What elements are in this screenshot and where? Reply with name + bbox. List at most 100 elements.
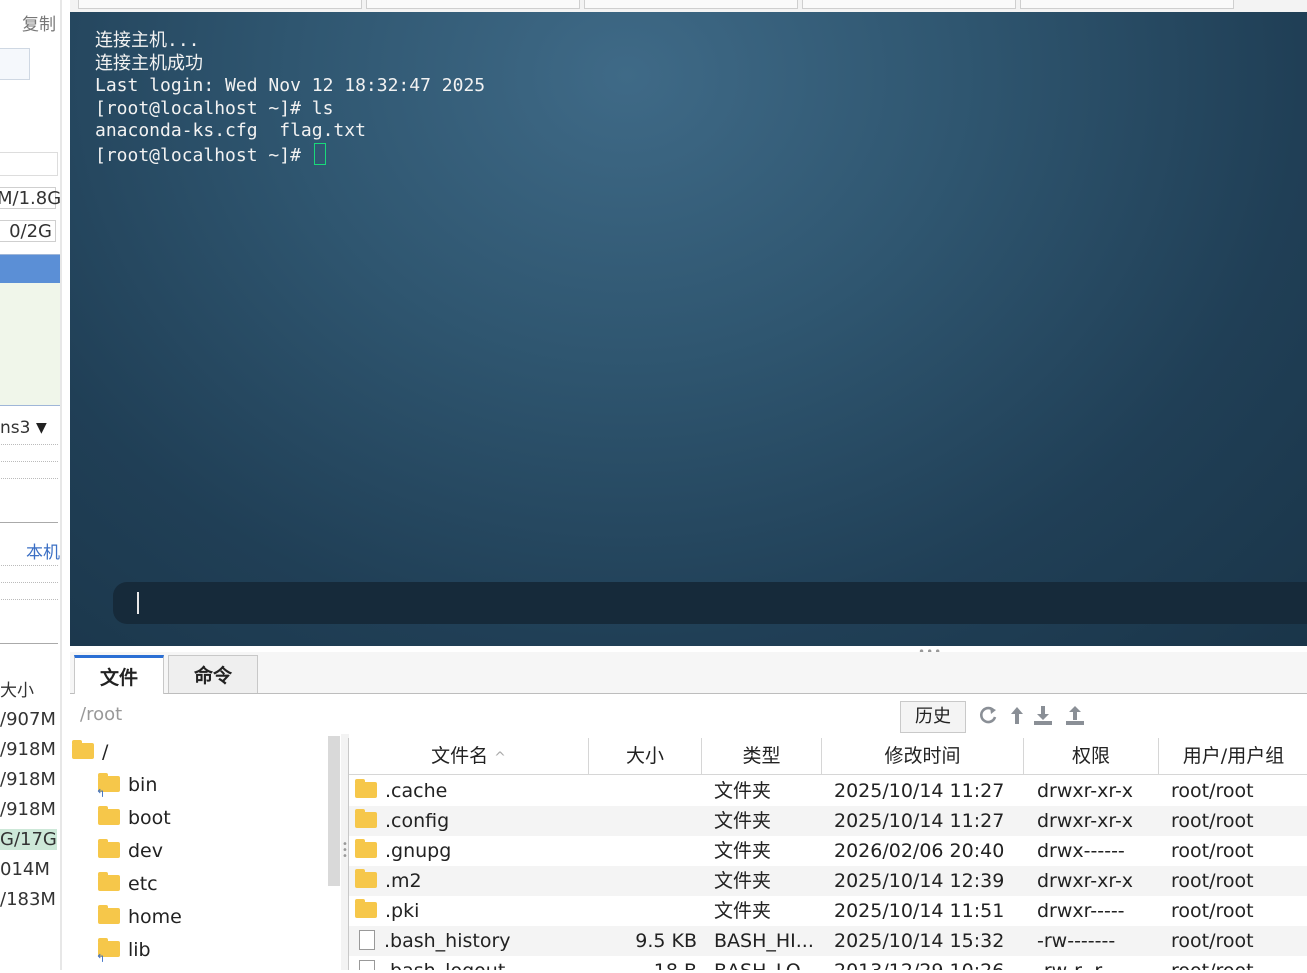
- file-row[interactable]: .config 文件夹 2025/10/14 11:27 drwxr-xr-x root…: [349, 806, 1307, 836]
- left-sidebar: 复制 M/1.8G 0/2G ns3 ▼ 本机 大小 /907M /918M /…: [0, 0, 62, 970]
- path-input[interactable]: /root: [80, 704, 122, 725]
- session-tab-strip: [70, 0, 1307, 12]
- session-tab[interactable]: [1020, 0, 1234, 9]
- file-cell-type: 文件夹: [714, 840, 772, 862]
- folder-icon: [98, 872, 120, 891]
- file-cell-perm: drwxr-xr-x: [1037, 870, 1134, 892]
- tree-node-bin[interactable]: bin: [96, 771, 158, 808]
- tree-scrollbar[interactable]: [328, 736, 340, 886]
- file-row[interactable]: .cache 文件夹 2025/10/14 11:27 drwxr-xr-x root/…: [349, 776, 1307, 806]
- file-cell-name: .config: [355, 806, 587, 836]
- tree-node-root[interactable]: /: [72, 738, 108, 766]
- disk-size: /918M: [0, 739, 56, 760]
- tree-node-lib[interactable]: lib: [96, 936, 151, 973]
- folder-link-icon: [96, 938, 120, 973]
- file-row[interactable]: .pki 文件夹 2025/10/14 11:51 drwxr----- root/ro…: [349, 896, 1307, 926]
- file-name: .gnupg: [385, 840, 452, 862]
- terminal-line: Last login: Wed Nov 12 18:32:47 2025: [95, 75, 486, 96]
- terminal-line: 连接主机成功: [95, 52, 203, 74]
- command-input[interactable]: [113, 582, 1307, 624]
- column-header-mtime[interactable]: 修改时间: [822, 738, 1024, 774]
- tree-node-label: lib: [128, 939, 151, 961]
- file-cell-mtime: 2013/12/29 10:26: [834, 956, 1024, 970]
- file-row[interactable]: .m2 文件夹 2025/10/14 12:39 drwxr-xr-x root/roo…: [349, 866, 1307, 896]
- file-cell-size: [589, 866, 697, 896]
- copy-button[interactable]: 复制: [22, 10, 56, 35]
- folder-icon: [355, 779, 377, 798]
- column-header-owner[interactable]: 用户/用户组: [1159, 738, 1307, 774]
- load-field: [0, 152, 58, 176]
- tree-node-dev[interactable]: dev: [98, 837, 163, 865]
- terminal-cursor: [313, 142, 326, 165]
- session-tab[interactable]: [366, 0, 580, 9]
- file-name: .m2: [385, 870, 422, 892]
- terminal-output: 连接主机... 连接主机成功 Last login: Wed Nov 12 18…: [95, 30, 485, 167]
- session-tab[interactable]: [584, 0, 798, 9]
- process-list[interactable]: [0, 254, 61, 406]
- disk-size: /918M: [0, 799, 56, 820]
- file-cell-owner: root/root: [1171, 900, 1254, 922]
- file-name: .config: [385, 810, 450, 832]
- file-table[interactable]: 文件名 ^ 大小 类型 修改时间 权限 用户/用户组 .cache 文件夹 2025…: [348, 738, 1307, 970]
- file-cell-perm: -rw-------: [1037, 930, 1116, 952]
- tree-node-etc[interactable]: etc: [98, 870, 158, 898]
- upload-icon[interactable]: [1064, 704, 1086, 726]
- up-dir-icon[interactable]: [1006, 704, 1028, 726]
- file-cell-mtime: 2025/10/14 15:32: [834, 930, 1005, 952]
- tree-node-label: dev: [128, 840, 163, 862]
- history-button[interactable]: 历史: [900, 701, 966, 733]
- file-cell-perm: drwx------: [1037, 840, 1125, 862]
- folder-icon: [98, 806, 120, 825]
- file-cell-name: .bash_logout: [355, 956, 587, 970]
- tree-node-label: /: [102, 741, 109, 763]
- process-list-selected-row[interactable]: [0, 255, 60, 283]
- file-cell-perm: drwxr-----: [1037, 900, 1125, 922]
- session-tab[interactable]: [78, 0, 362, 9]
- file-row[interactable]: .gnupg 文件夹 2026/02/06 20:40 drwx------ root/…: [349, 836, 1307, 866]
- dropdown-arrow-icon[interactable]: ▼: [36, 420, 47, 436]
- session-tab[interactable]: [802, 0, 1016, 9]
- network-interface-label[interactable]: ns3: [0, 418, 30, 438]
- file-cell-type: BASH_HI...: [714, 930, 814, 952]
- column-header-size[interactable]: 大小: [589, 738, 702, 774]
- sort-asc-icon: ^: [494, 750, 506, 766]
- tab-files[interactable]: 文件: [74, 655, 164, 694]
- column-header-perm[interactable]: 权限: [1024, 738, 1159, 774]
- file-icon: [359, 960, 375, 970]
- file-name: .bash_history: [384, 930, 511, 952]
- file-cell-mtime: 2025/10/14 11:27: [834, 780, 1005, 802]
- path-bar: /root 历史: [70, 694, 1307, 734]
- file-cell-owner: root/root: [1171, 810, 1254, 832]
- file-row[interactable]: .bash_history 9.5 KB BASH_HI... 2025/10/14 …: [349, 926, 1307, 956]
- refresh-icon[interactable]: [977, 704, 999, 726]
- tab-commands[interactable]: 命令: [168, 655, 258, 693]
- file-cell-owner: root/root: [1171, 930, 1254, 952]
- tree-node-label: boot: [128, 807, 171, 829]
- file-cell-mtime: 2025/10/14 11:51: [834, 900, 1005, 922]
- file-icon: [359, 930, 375, 950]
- tree-node-boot[interactable]: boot: [98, 804, 171, 832]
- tree-node-label: bin: [128, 774, 158, 796]
- terminal[interactable]: 连接主机... 连接主机成功 Last login: Wed Nov 12 18…: [70, 12, 1307, 646]
- folder-icon: [355, 899, 377, 918]
- column-header-name[interactable]: 文件名 ^: [349, 738, 589, 774]
- swap-usage: 0/2G: [0, 220, 56, 242]
- directory-tree[interactable]: / bin boot dev etc home lib: [70, 734, 330, 973]
- column-header-type[interactable]: 类型: [702, 738, 822, 774]
- file-cell-type: 文件夹: [714, 810, 772, 832]
- terminal-line: 连接主机...: [95, 30, 200, 51]
- file-cell-perm: drwxr-xr-x: [1037, 780, 1134, 802]
- download-icon[interactable]: [1032, 704, 1054, 726]
- file-cell-name: .gnupg: [355, 836, 587, 866]
- folder-icon: [355, 839, 377, 858]
- tree-node-home[interactable]: home: [98, 903, 182, 931]
- file-cell-mtime: 2026/02/06 20:40: [834, 840, 1005, 862]
- file-cell-type: 文件夹: [714, 780, 772, 802]
- network-graph: [0, 444, 58, 523]
- local-label[interactable]: 本机: [26, 538, 60, 563]
- file-cell-type: 文件夹: [714, 870, 772, 892]
- file-cell-size: 18 B: [589, 956, 697, 970]
- sidebar-divider[interactable]: [60, 0, 62, 970]
- file-row[interactable]: .bash_logout 18 B BASH_LO... 2013/12/29 10:…: [349, 956, 1307, 970]
- bottom-panel: 文件 命令 /root 历史 / bin boot dev etc home l…: [70, 652, 1307, 973]
